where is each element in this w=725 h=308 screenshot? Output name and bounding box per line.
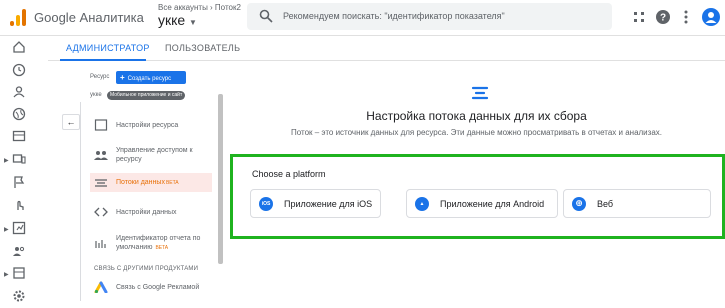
table-icon[interactable] bbox=[12, 129, 28, 145]
top-app-bar: Google Аналитика Все аккаунты › Поток2 у… bbox=[0, 0, 725, 36]
platform-label: Веб bbox=[597, 198, 614, 209]
expand-arrow-icon[interactable]: ▶ bbox=[4, 226, 9, 233]
realtime-clock-icon[interactable] bbox=[12, 63, 28, 79]
property-admin-column: Ресурс + Создать ресурс укке Мобильное пр… bbox=[48, 62, 228, 301]
home-icon[interactable] bbox=[12, 40, 28, 56]
page-description: Поток – это источник данных для ресурса.… bbox=[290, 128, 662, 137]
menu-label: Настройки данных bbox=[116, 208, 177, 216]
globe-icon[interactable] bbox=[12, 107, 28, 123]
menu-item-google-ads-link[interactable]: Связь с Google Рекламой bbox=[90, 280, 212, 294]
account-picker[interactable]: укке bbox=[158, 12, 185, 28]
menu-label: Потоки данныхBETA bbox=[116, 178, 179, 188]
android-icon: ▲ bbox=[415, 196, 429, 211]
menu-label: Связь с Google Рекламой bbox=[116, 283, 200, 291]
gear-icon[interactable] bbox=[12, 289, 28, 305]
more-vert-icon[interactable] bbox=[678, 9, 694, 25]
account-breadcrumb[interactable]: Все аккаунты › Поток2 bbox=[158, 3, 241, 12]
user-icon[interactable] bbox=[12, 85, 28, 101]
apps-grid-icon[interactable] bbox=[631, 9, 647, 25]
resource-label: Ресурс bbox=[90, 74, 110, 80]
active-tab-indicator bbox=[60, 59, 146, 61]
expand-arrow-icon[interactable]: ▶ bbox=[4, 157, 9, 164]
back-arrow-button[interactable]: ← bbox=[62, 114, 80, 130]
menu-label-text: Потоки данных bbox=[116, 178, 165, 186]
code-icon bbox=[94, 207, 108, 217]
property-type-chip: Мобильное приложение и сайт bbox=[107, 91, 186, 100]
flag-icon[interactable] bbox=[12, 175, 28, 191]
linking-section-title: СВЯЗЬ С ДРУГИМИ ПРОДУКТАМИ bbox=[94, 266, 199, 272]
search-icon bbox=[259, 9, 273, 23]
plus-icon: + bbox=[120, 73, 125, 82]
admin-tabs: АДМИНИСТРАТОР ПОЛЬЗОВАТЕЛЬ bbox=[48, 36, 725, 61]
create-resource-label: Создать ресурс bbox=[127, 76, 172, 82]
platform-label: Приложение для iOS bbox=[284, 198, 373, 209]
create-resource-button[interactable]: + Создать ресурс bbox=[116, 71, 186, 84]
data-stream-icon bbox=[471, 86, 489, 100]
explore-grid-icon[interactable] bbox=[12, 221, 28, 237]
left-nav-rail: ▶ ▶ ▶ bbox=[0, 36, 48, 302]
menu-item-reporting-identity[interactable]: Идентификатор отчета по умолчанию BETA bbox=[90, 232, 212, 254]
main-content: Настройка потока данных для их сбора Пот… bbox=[228, 62, 725, 301]
audience-icon[interactable] bbox=[12, 244, 28, 260]
account-avatar-icon[interactable] bbox=[702, 8, 720, 26]
people-icon bbox=[94, 151, 108, 160]
menu-item-data-streams[interactable]: Потоки данныхBETA bbox=[90, 173, 212, 192]
web-icon: ⊕ bbox=[572, 196, 586, 211]
svg-text:?: ? bbox=[660, 13, 666, 24]
beta-badge: BETA bbox=[155, 244, 169, 251]
property-name[interactable]: укке bbox=[90, 92, 102, 98]
reporting-identity-icon bbox=[95, 240, 106, 248]
beta-badge: BETA bbox=[165, 179, 179, 186]
menu-label: Настройки ресурса bbox=[116, 121, 179, 129]
tab-administrator[interactable]: АДМИНИСТРАТОР bbox=[66, 43, 150, 53]
tab-user[interactable]: ПОЛЬЗОВАТЕЛЬ bbox=[165, 43, 240, 53]
menu-item-property-settings[interactable]: Настройки ресурса bbox=[90, 118, 212, 132]
google-ads-icon bbox=[94, 281, 108, 293]
platform-android-button[interactable]: ▲ Приложение для Android bbox=[406, 189, 558, 218]
platform-web-button[interactable]: ⊕ Веб bbox=[563, 189, 711, 218]
scrollbar[interactable] bbox=[218, 94, 223, 264]
ios-icon: iOS bbox=[259, 196, 273, 211]
platform-ios-button[interactable]: iOS Приложение для iOS bbox=[250, 189, 381, 218]
devices-icon[interactable] bbox=[12, 152, 28, 168]
menu-label: Идентификатор отчета по умолчанию BETA bbox=[116, 234, 212, 253]
menu-item-data-settings[interactable]: Настройки данных bbox=[90, 205, 212, 219]
analytics-logo-icon[interactable] bbox=[10, 8, 26, 26]
touch-icon[interactable] bbox=[12, 198, 28, 214]
menu-label: Управление доступом к ресурсу bbox=[116, 147, 193, 163]
expand-arrow-icon[interactable]: ▶ bbox=[4, 271, 9, 278]
search-placeholder: Рекомендуем поискать: "идентификатор пок… bbox=[283, 11, 505, 21]
platform-label: Приложение для Android bbox=[440, 198, 545, 209]
product-name[interactable]: Google Аналитика bbox=[34, 10, 144, 25]
column-divider bbox=[80, 102, 81, 301]
choose-platform-label: Choose a platform bbox=[252, 169, 326, 179]
choose-platform-panel: Choose a platform iOS Приложение для iOS… bbox=[230, 154, 725, 239]
page-title: Настройка потока данных для их сбора bbox=[366, 109, 587, 123]
property-settings-icon bbox=[94, 119, 108, 131]
help-icon[interactable]: ? bbox=[655, 9, 671, 25]
caret-down-icon[interactable]: ▼ bbox=[189, 18, 197, 27]
search-bar[interactable]: Рекомендуем поискать: "идентификатор пок… bbox=[247, 3, 612, 30]
data-streams-icon bbox=[95, 178, 107, 187]
configure-icon[interactable] bbox=[12, 266, 28, 282]
menu-item-access-management[interactable]: Управление доступом к ресурсу bbox=[90, 144, 212, 166]
